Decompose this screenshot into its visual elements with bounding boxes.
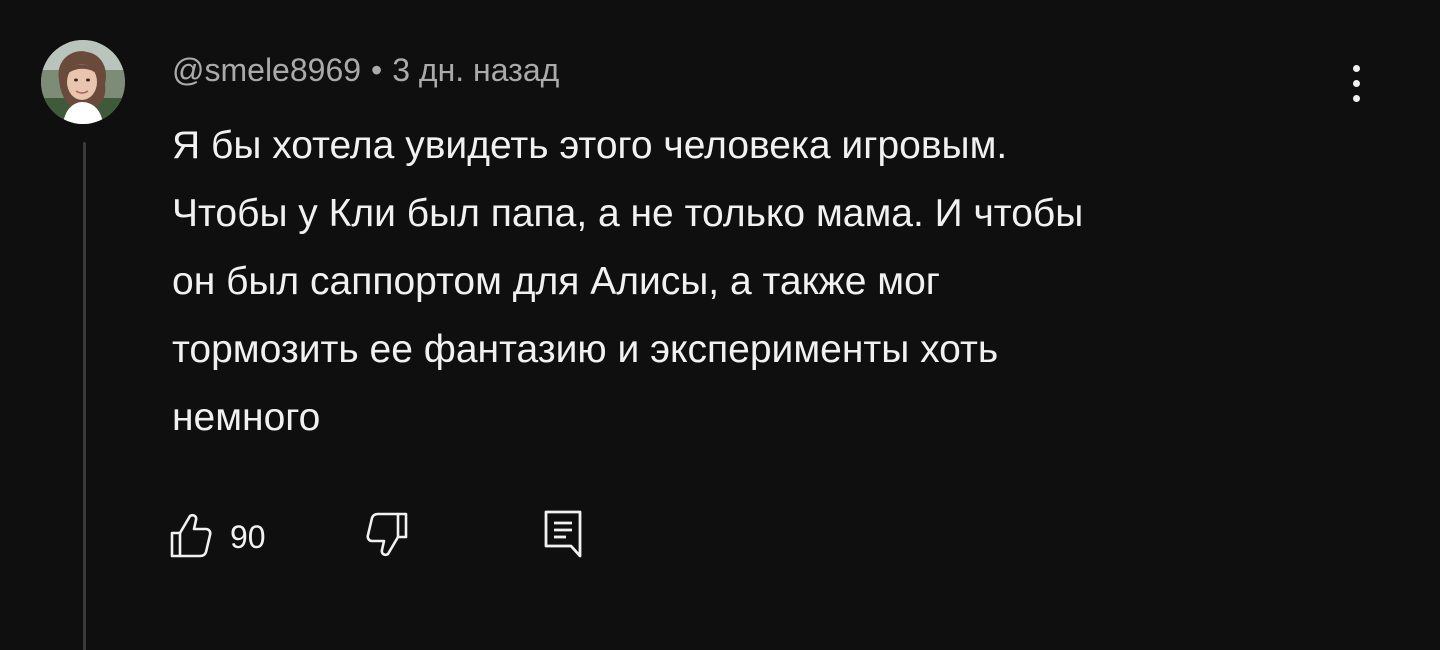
like-button[interactable]: 90: [168, 505, 266, 569]
more-vert-icon: [1352, 64, 1360, 102]
comment-time[interactable]: 3 дн. назад: [392, 52, 559, 89]
avatar-image: [41, 40, 125, 124]
comment-item: @smele8969 • 3 дн. назад Я бы хотела уви…: [0, 0, 1440, 650]
user-avatar[interactable]: [41, 40, 125, 124]
like-count: 90: [230, 518, 266, 555]
comment-text-line: Я бы хотела увидеть этого человека игров…: [172, 124, 1008, 167]
thumb-up-icon: [168, 510, 214, 565]
comment-text-line: тормозить ее фантазию и эксперименты хот…: [172, 328, 999, 371]
comment-text-line: немного: [172, 396, 321, 439]
comment-text-line: Чтобы у Кли был папа, а не только мама. …: [172, 192, 1084, 235]
comment-text: Я бы хотела увидеть этого человека игров…: [172, 112, 1372, 452]
reply-button[interactable]: [542, 505, 586, 569]
more-options-button[interactable]: [1336, 56, 1376, 110]
comment-text-line: он был саппортом для Алисы, а также мог: [172, 260, 941, 303]
comment-meta: @smele8969 • 3 дн. назад: [172, 48, 559, 92]
thumb-down-icon: [364, 510, 410, 565]
thread-line: [83, 142, 86, 650]
meta-separator: •: [371, 51, 383, 88]
author-name[interactable]: @smele8969: [172, 52, 361, 89]
reply-comment-icon: [542, 508, 586, 567]
dislike-button[interactable]: [364, 505, 410, 569]
